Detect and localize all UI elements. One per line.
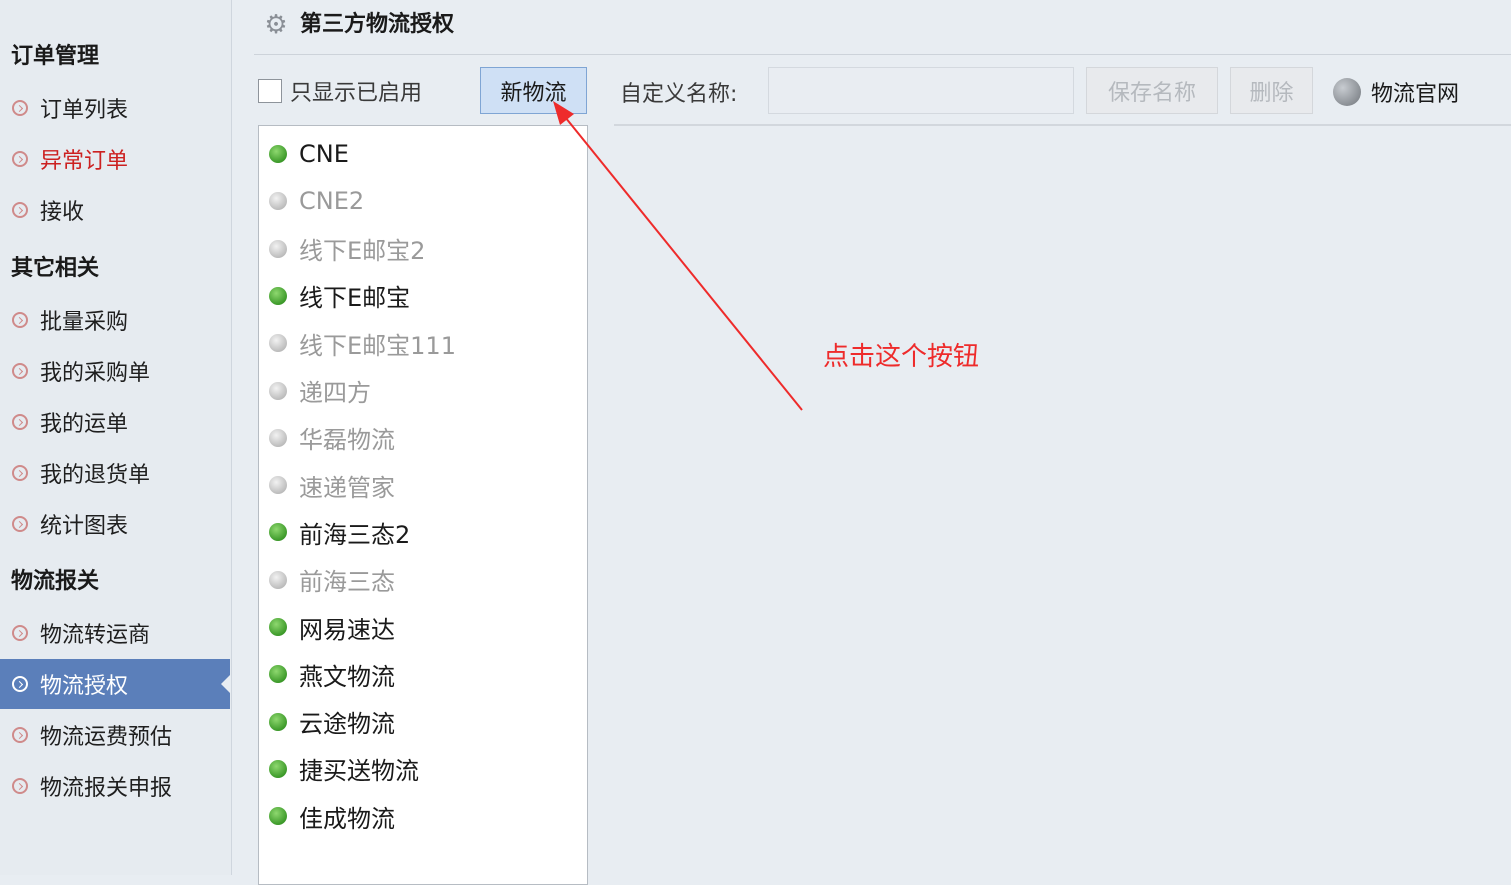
annotation-arrow: [553, 101, 803, 411]
annotation-text: 点击这个按钮: [823, 342, 980, 372]
annotation-arrow-line: [560, 111, 803, 411]
annotation-arrow-head: [553, 101, 574, 125]
